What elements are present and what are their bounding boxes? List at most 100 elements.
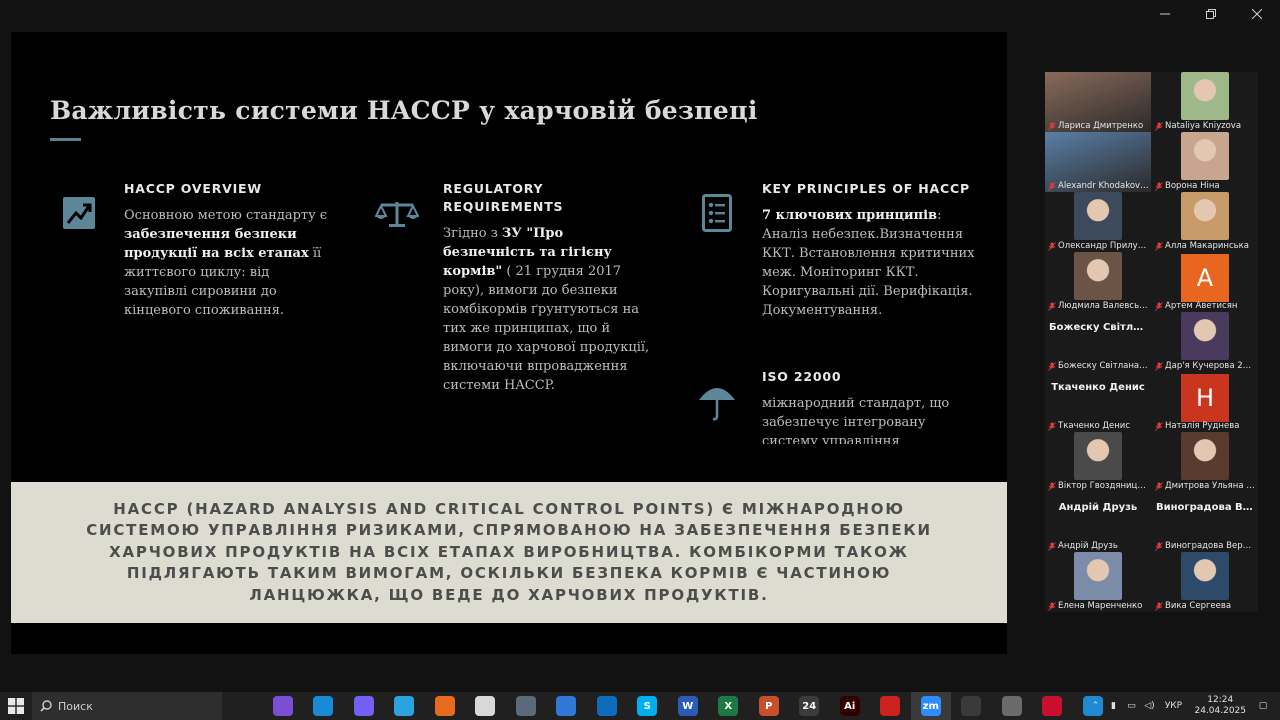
participant-tile[interactable]: A Артем Аветисян <box>1152 252 1258 312</box>
taskbar-app-zoom[interactable]: zm <box>910 692 951 720</box>
participant-tile[interactable]: Олександр Прилуцьк... <box>1045 192 1151 252</box>
system-tray: ⌃ ▮ ▭ ◁) УКР 12:24 24.04.2025 ▢ <box>1086 692 1280 720</box>
participant-tile[interactable]: Ткаченко Денис Ткаченко Денис <box>1045 372 1151 432</box>
participant-tile[interactable]: Nataliya Kniyzova <box>1152 72 1258 132</box>
calculator-icon <box>515 696 536 716</box>
participant-tile[interactable]: Дар'я Кучерова 2Тв-... <box>1152 312 1258 372</box>
start-button[interactable] <box>0 692 32 720</box>
language-indicator[interactable]: УКР <box>1160 701 1186 711</box>
taskbar-app-viber[interactable] <box>344 692 385 720</box>
clock[interactable]: 12:24 24.04.2025 <box>1194 695 1246 717</box>
illustrator-icon: Ai <box>839 696 860 716</box>
text-run: забезпечення безпеки продукції на всіх е… <box>124 227 309 261</box>
umbrella-icon <box>699 388 735 421</box>
participant-name: Ворона Ніна <box>1165 181 1220 191</box>
column-text: 7 ключових принципів: Аналіз небезпек.Ви… <box>762 206 977 320</box>
title-underline <box>50 138 81 141</box>
participant-name-bar: Людмила Валевська <box>1048 301 1149 311</box>
taskbar-app-word[interactable]: W <box>668 692 709 720</box>
muted-mic-icon <box>1155 361 1163 371</box>
taskbar-app-calendar[interactable] <box>546 692 587 720</box>
taskbar-apps: S W X P 24 Ai zm <box>222 692 1113 720</box>
muted-mic-icon <box>1048 361 1056 371</box>
avatar <box>1074 432 1122 480</box>
usb-icon[interactable]: ▮ <box>1106 701 1120 711</box>
column-haccp-overview: HACCP OVERVIEW Основною метою стандарту … <box>124 180 329 320</box>
participant-name: Алла Макаринська <box>1165 241 1249 251</box>
avatar <box>1074 192 1122 240</box>
taskbar-app-telegram[interactable] <box>384 692 425 720</box>
taskbar-app-illustrator[interactable]: Ai <box>830 692 871 720</box>
taskbar-app-paint[interactable] <box>992 692 1033 720</box>
taskbar-app-task-view[interactable] <box>222 692 263 720</box>
taskbar-app-calculator[interactable] <box>506 692 547 720</box>
minimize-icon <box>1160 13 1170 15</box>
muted-mic-icon <box>1048 121 1056 131</box>
minimize-button[interactable] <box>1142 0 1188 28</box>
participant-name: Ткаченко Денис <box>1058 421 1131 431</box>
participant-name: Андрій Друзь <box>1058 541 1118 551</box>
taskbar-app-excel[interactable]: X <box>708 692 749 720</box>
network-icon[interactable]: ▭ <box>1124 701 1138 711</box>
participant-tile[interactable]: Андрій Друзь Андрій Друзь <box>1045 492 1151 552</box>
restore-icon <box>1206 9 1216 19</box>
powerpoint-icon: P <box>758 696 779 716</box>
muted-mic-icon <box>1155 421 1163 431</box>
participant-name-bar: Ворона Ніна <box>1155 181 1256 191</box>
chevron-up-icon[interactable]: ⌃ <box>1088 701 1102 711</box>
windows-taskbar: SWXP 24 Ai zm ⌃ ▮ ▭ ◁) УКР 12:24 24.04.2025… <box>0 692 1280 720</box>
participant-tile[interactable]: Н Наталія Руднева <box>1152 372 1258 432</box>
participant-tile[interactable]: Людмила Валевська <box>1045 252 1151 312</box>
participant-name-bar: Дмитрова Ульяна 2Т... <box>1155 481 1256 491</box>
participant-name-bar: Божеску Світлана 2Т3 <box>1048 361 1149 371</box>
participant-name-bar: Ткаченко Денис <box>1048 421 1149 431</box>
participant-name: Виноградова Вероні... <box>1165 541 1256 551</box>
search-input[interactable] <box>58 699 168 713</box>
avatar <box>1181 132 1229 180</box>
column-text: Основною метою стандарту є забезпечення … <box>124 206 329 320</box>
taskbar-app-sync-app[interactable] <box>1032 692 1073 720</box>
taskbar-app-scanner[interactable] <box>951 692 992 720</box>
participant-tile[interactable]: Алла Макаринська <box>1152 192 1258 252</box>
participant-tile[interactable]: Елена Маренченко <box>1045 552 1151 612</box>
volume-icon[interactable]: ◁) <box>1142 701 1156 711</box>
participant-name-bar: Олександр Прилуцьк... <box>1048 241 1149 251</box>
slide-title: Важливість системи HACCP у харчовій безп… <box>50 96 758 125</box>
taskbar-app-calendar2[interactable]: 24 <box>789 692 830 720</box>
taskbar-app-file[interactable] <box>465 692 506 720</box>
taskbar-search[interactable] <box>32 692 222 720</box>
participant-tile[interactable]: Alexandr Khodakovskiy <box>1045 132 1151 192</box>
taskbar-app-copilot[interactable] <box>263 692 304 720</box>
avatar <box>1074 252 1122 300</box>
participant-tile[interactable]: Виноградова В... Виноградова Вероні... <box>1152 492 1258 552</box>
skype-icon: S <box>637 696 658 716</box>
maximize-button[interactable] <box>1188 0 1234 28</box>
participant-name: Людмила Валевська <box>1058 301 1149 311</box>
participant-tile[interactable]: Дмитрова Ульяна 2Т... <box>1152 432 1258 492</box>
telegram-icon <box>394 696 415 716</box>
participant-name-bar: Alexandr Khodakovskiy <box>1048 181 1149 191</box>
calendar2-icon: 24 <box>799 696 820 716</box>
avatar <box>1181 432 1229 480</box>
taskbar-app-firefox[interactable] <box>425 692 466 720</box>
participant-name-bar: Наталія Руднева <box>1155 421 1256 431</box>
participant-tile[interactable]: Вика Сергеева <box>1152 552 1258 612</box>
participant-tile[interactable]: Божеску Світла... Божеску Світлана 2Т3 <box>1045 312 1151 372</box>
participant-tile[interactable]: Віктор Гвоздяницз 2Тз <box>1045 432 1151 492</box>
taskbar-app-skype[interactable]: S <box>627 692 668 720</box>
taskbar-app-edge[interactable] <box>303 692 344 720</box>
taskbar-app-acrobat[interactable] <box>870 692 911 720</box>
close-button[interactable] <box>1234 0 1280 28</box>
muted-mic-icon <box>1155 181 1163 191</box>
scanner-icon <box>961 696 982 716</box>
participant-tile[interactable]: Лариса Дмитренко <box>1045 72 1151 132</box>
participant-tile[interactable]: Ворона Ніна <box>1152 132 1258 192</box>
taskbar-app-powerpoint[interactable]: P <box>749 692 790 720</box>
notifications-icon[interactable]: ▢ <box>1256 701 1270 711</box>
participant-name: Alexandr Khodakovskiy <box>1058 181 1149 191</box>
participant-name-bar: Nataliya Kniyzova <box>1155 121 1256 131</box>
banner-text: HACCP (HAZARD ANALYSIS AND CRITICAL CONT… <box>86 499 932 604</box>
muted-mic-icon <box>1048 241 1056 251</box>
participant-name: Віктор Гвоздяницз 2Тз <box>1058 481 1149 491</box>
taskbar-app-outlook[interactable] <box>587 692 628 720</box>
